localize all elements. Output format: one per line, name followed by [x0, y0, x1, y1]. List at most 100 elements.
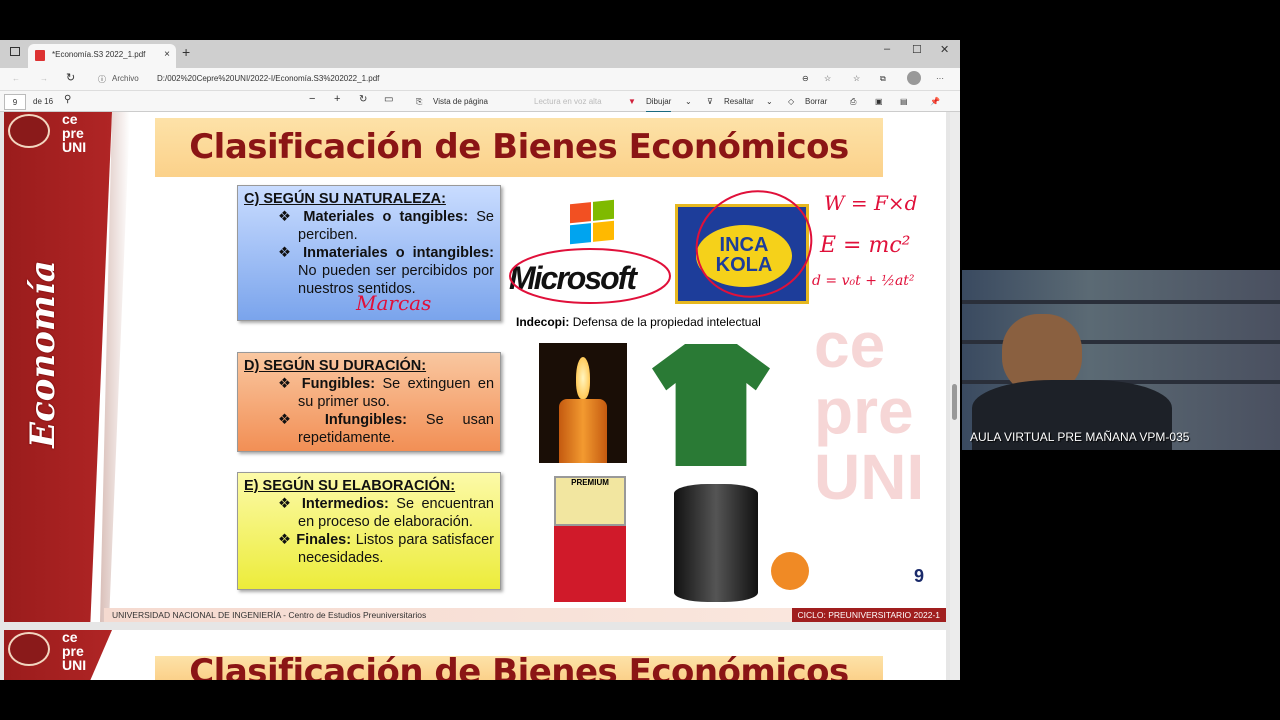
slide-title: Clasificación de Bienes Económicos: [155, 118, 883, 177]
ink-distance-formula: d = v₀t + ½at²: [812, 273, 915, 289]
url-input[interactable]: D:/002%20Cepre%20UNI/2022-I/Economía.S3%…: [157, 74, 379, 83]
refresh-icon[interactable]: ↻: [66, 71, 75, 84]
pdf-viewport: ce pre UNI Economía ce pre UNI Clasificación…: [0, 112, 960, 680]
page-number-input[interactable]: 9: [4, 94, 26, 110]
more-icon[interactable]: ···: [936, 74, 944, 83]
item-term: Inmateriales o intangibles:: [303, 245, 494, 261]
collections-icon[interactable]: ⧉: [880, 74, 886, 84]
ink-circle-microsoft: [509, 248, 671, 304]
tab-actions-icon[interactable]: [10, 47, 20, 56]
close-tab-icon[interactable]: ×: [164, 49, 170, 60]
box-heading: E) SEGÚN SU ELABORACIÓN:: [244, 478, 456, 494]
draw-dropdown-icon[interactable]: ⌄: [685, 97, 692, 107]
scrollbar[interactable]: [950, 112, 960, 680]
save-as-icon[interactable]: ▤: [900, 97, 908, 107]
shelf: [962, 300, 1280, 304]
pdf-icon: [35, 50, 45, 61]
print-icon[interactable]: ⎙: [850, 97, 856, 107]
pump-label: PREMIUM: [554, 476, 626, 526]
tshirt-image: [652, 344, 770, 466]
box-duracion: D) SEGÚN SU DURACIÓN: ❖ Fungibles: Se ex…: [237, 352, 501, 452]
video-label: AULA VIRTUAL PRE MAÑANA VPM-035: [970, 430, 1190, 444]
list-item: ❖ Finales: Listos para satisfacer necesi…: [278, 532, 494, 566]
gas-pump-image: PREMIUM: [544, 476, 632, 602]
list-item: ❖ Inmateriales o intangibles: No pueden …: [278, 245, 494, 297]
slide-title: Clasificación de Bienes Económicos: [155, 655, 883, 680]
candle-image: [539, 343, 627, 463]
list-item: ❖ Infungibles: Se usan repetidamente.: [278, 412, 494, 446]
ink-work-formula: W = F×d: [824, 191, 918, 215]
pdf-toolbar: 9 de 16 ⚲ − + ↻ ▭ ⎘ Vista de página Lect…: [0, 90, 960, 113]
page-view-icon[interactable]: ⎘: [416, 97, 422, 107]
box-heading: C) SEGÚN SU NATURALEZA:: [244, 191, 446, 207]
orange-circle: [771, 552, 809, 590]
favorites-icon[interactable]: ☆: [853, 74, 860, 83]
ink-circle-inca-kola: [695, 190, 813, 298]
background-watermark: ce pre UNI: [814, 309, 925, 513]
tab-title: *Economía.S3 2022_1.pdf: [52, 50, 146, 59]
scrollbar-thumb[interactable]: [952, 384, 957, 420]
save-icon[interactable]: ▣: [875, 97, 883, 107]
back-icon[interactable]: ←: [12, 74, 20, 83]
pdf-page-9: ce pre UNI Economía ce pre UNI Clasificación…: [4, 112, 946, 622]
side-title: Economía: [23, 260, 63, 448]
list-item: ❖ Fungibles: Se extinguen en su primer u…: [278, 376, 495, 410]
oil-barrel-image: [674, 484, 758, 602]
zoom-icon[interactable]: ⊖: [802, 74, 809, 83]
box-elaboracion: E) SEGÚN SU ELABORACIÓN: ❖ Intermedios: …: [237, 472, 501, 590]
forward-icon[interactable]: →: [40, 74, 48, 83]
windows-logo: [570, 199, 614, 245]
indecopi-text: Defensa de la propiedad intelectual: [572, 315, 761, 329]
ink-marcas: Marcas: [356, 291, 432, 315]
highlight-icon: ⊽: [707, 97, 713, 106]
video-tile: AULA VIRTUAL PRE MAÑANA VPM-035: [962, 270, 1280, 450]
ink-energy-formula: E = mc²: [820, 233, 911, 258]
info-icon: ⓘ: [98, 75, 106, 84]
pin-toolbar-icon[interactable]: 📌: [930, 97, 940, 107]
page-view-button[interactable]: Vista de página: [433, 97, 488, 107]
item-term: Finales:: [296, 532, 352, 548]
page-count: de 16: [33, 97, 54, 106]
cepre-uni-logo: ce pre UNI: [62, 629, 87, 673]
zoom-in-button[interactable]: +: [334, 94, 340, 105]
highlight-button[interactable]: Resaltar: [724, 97, 754, 107]
address-bar: ← → ↻ ⓘ Archivo D:/002%20Cepre%20UNI/202…: [0, 68, 960, 90]
slide-footer: UNIVERSIDAD NACIONAL DE INGENIERÍA - Cen…: [104, 608, 946, 622]
tab-bar: *Economía.S3 2022_1.pdf × + – ☐ ✕: [0, 40, 960, 68]
read-aloud-button[interactable]: Lectura en voz alta: [534, 97, 602, 107]
address-prefix: Archivo: [112, 74, 139, 83]
cepre-uni-logo: ce pre UNI: [62, 112, 87, 155]
slide-page-number: 9: [914, 566, 925, 586]
footer-left: UNIVERSIDAD NACIONAL DE INGENIERÍA - Cen…: [112, 610, 427, 620]
highlight-dropdown-icon[interactable]: ⌄: [766, 97, 773, 107]
item-term: Fungibles:: [301, 376, 376, 392]
minimize-button[interactable]: –: [884, 43, 890, 55]
draw-button[interactable]: Dibujar: [646, 97, 672, 113]
indecopi-caption: Indecopi: Defensa de la propiedad intele…: [516, 315, 761, 329]
erase-button[interactable]: Borrar: [805, 97, 827, 107]
new-tab-button[interactable]: +: [182, 44, 190, 60]
fit-page-icon[interactable]: ▭: [384, 95, 393, 105]
item-term: Infungibles:: [324, 412, 407, 428]
pdf-page-10: ce pre UNI Clasificación de Bienes Económi…: [4, 630, 946, 680]
item-term: Materiales o tangibles:: [303, 209, 469, 225]
box-heading: D) SEGÚN SU DURACIÓN:: [244, 358, 427, 374]
list-item: ❖ Intermedios: Se encuentran en proceso …: [278, 496, 495, 530]
browser-window: *Economía.S3 2022_1.pdf × + – ☐ ✕ ← → ↻ ⓘ…: [0, 40, 960, 113]
footer-right: CICLO: PREUNIVERSITARIO 2022-1: [791, 608, 946, 622]
uni-seal-logo: [8, 632, 50, 666]
rotate-icon[interactable]: ↻: [359, 95, 367, 105]
search-icon[interactable]: ⚲: [64, 95, 71, 105]
maximize-button[interactable]: ☐: [912, 43, 922, 56]
profile-avatar[interactable]: [907, 71, 921, 85]
zoom-out-button[interactable]: −: [309, 94, 315, 105]
indecopi-label: Indecopi:: [516, 315, 570, 329]
list-item: ❖ Materiales o tangibles: Se perciben.: [278, 209, 494, 243]
tab-pdf[interactable]: *Economía.S3 2022_1.pdf ×: [28, 44, 176, 68]
draw-icon: ▼: [628, 97, 636, 106]
eraser-icon: ◇: [788, 97, 795, 106]
uni-seal-logo: [8, 114, 50, 148]
close-window-button[interactable]: ✕: [940, 43, 949, 56]
item-term: Intermedios:: [301, 496, 389, 512]
favorite-add-icon[interactable]: ☆: [824, 74, 831, 83]
